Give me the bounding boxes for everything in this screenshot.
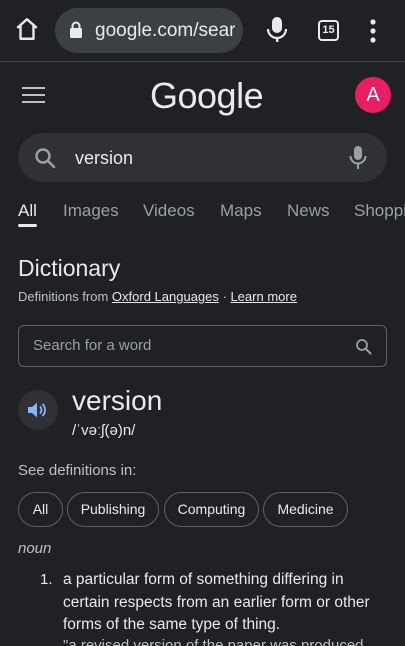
- definition-text: a particular form of something differing…: [63, 571, 370, 633]
- search-icon[interactable]: [355, 338, 372, 355]
- source-separator: ·: [218, 289, 231, 304]
- headword: version: [72, 385, 163, 416]
- voice-search-icon[interactable]: [266, 16, 288, 44]
- more-options-icon[interactable]: [368, 18, 378, 44]
- phonetic-spelling: /ˈvəːʃ(ə)n/: [72, 422, 136, 439]
- tab-switcher-button[interactable]: 15: [318, 20, 339, 41]
- tab-images[interactable]: Images: [63, 201, 119, 221]
- tab-news[interactable]: News: [287, 201, 330, 221]
- definition-number: 1.: [40, 571, 53, 588]
- account-avatar[interactable]: A: [355, 77, 391, 113]
- url-text: google.com/search?q=version: [95, 20, 235, 41]
- lock-icon: [70, 21, 82, 38]
- tab-videos[interactable]: Videos: [143, 201, 195, 221]
- learn-more-link[interactable]: Learn more: [230, 289, 296, 304]
- search-box[interactable]: version: [18, 133, 387, 182]
- part-of-speech: noun: [18, 540, 52, 557]
- tab-all[interactable]: All: [18, 201, 37, 221]
- browser-toolbar: google.com/search?q=version 15: [0, 0, 405, 62]
- search-icon: [35, 148, 56, 169]
- chip-medicine[interactable]: Medicine: [263, 492, 348, 527]
- speaker-icon: [28, 402, 46, 418]
- oxford-languages-link[interactable]: Oxford Languages: [112, 289, 219, 304]
- page: google.com/search?q=version 15 Google A …: [0, 0, 405, 646]
- word-search-placeholder: Search for a word: [33, 337, 152, 354]
- hamburger-menu-icon[interactable]: [22, 86, 46, 104]
- dictionary-source: Definitions from Oxford Languages · Lear…: [18, 289, 297, 304]
- source-prefix: Definitions from: [18, 289, 112, 304]
- search-input[interactable]: version: [75, 148, 133, 169]
- tab-shopping[interactable]: Shopping: [354, 201, 405, 221]
- active-tab-indicator: [18, 224, 37, 227]
- address-bar[interactable]: google.com/search?q=version: [55, 8, 243, 53]
- pronunciation-button[interactable]: [18, 390, 58, 430]
- google-logo[interactable]: Google: [150, 75, 264, 117]
- chip-all[interactable]: All: [18, 492, 63, 527]
- dictionary-heading: Dictionary: [18, 255, 121, 281]
- word-search-field[interactable]: Search for a word: [18, 325, 387, 367]
- chip-publishing[interactable]: Publishing: [67, 492, 159, 527]
- tab-maps[interactable]: Maps: [220, 201, 262, 221]
- see-definitions-label: See definitions in:: [18, 462, 137, 479]
- definition-example: "a revised version of the paper was prod…: [63, 637, 364, 646]
- home-icon[interactable]: [14, 16, 40, 42]
- chip-computing[interactable]: Computing: [164, 492, 259, 527]
- voice-search-icon[interactable]: [349, 145, 367, 171]
